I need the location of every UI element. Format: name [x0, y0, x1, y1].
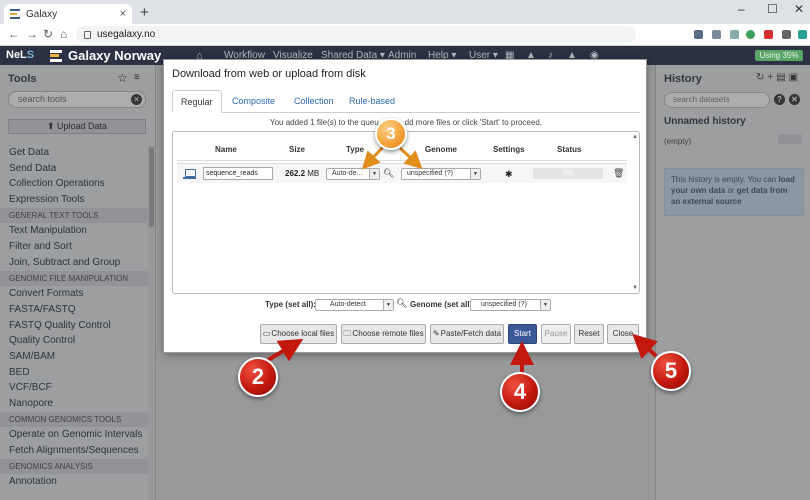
upload-queue: Name Size Type Genome Settings Status se… — [172, 131, 640, 294]
home-icon[interactable]: ⌂ — [60, 27, 67, 41]
step-5-badge: 5 — [651, 351, 691, 391]
chevron-down-icon: ▼ — [383, 300, 393, 310]
chevron-down-icon: ▼ — [540, 300, 550, 310]
tab-title: Galaxy — [26, 8, 58, 20]
type-set-all-label: Type (set all): — [265, 300, 316, 309]
tab-rule-based[interactable]: Rule-based — [341, 90, 403, 113]
extension-icon[interactable] — [694, 30, 703, 39]
nels-logo[interactable]: NeLS — [6, 49, 34, 61]
tab-close-icon[interactable]: × — [120, 8, 126, 20]
pause-button[interactable]: Pause — [541, 324, 571, 344]
reset-button[interactable]: Reset — [574, 324, 604, 344]
genome-select[interactable]: unspecified (?) ▼ — [401, 168, 481, 180]
browser-tab-strip: Galaxy × + – ☐ ✕ — [0, 0, 810, 24]
url-bar[interactable]: usegalaxy.no — [76, 26, 636, 43]
dialog-title: Download from web or upload from disk — [172, 68, 366, 80]
chevron-down-icon: ▼ — [470, 169, 480, 179]
chevron-down-icon: ▼ — [369, 169, 379, 179]
type-set-all-select[interactable]: Auto-detect ▼ — [315, 299, 394, 311]
puzzle-icon[interactable] — [782, 30, 791, 39]
extension-icon[interactable] — [730, 30, 739, 39]
gear-icon[interactable]: ✱ — [505, 169, 513, 180]
usage-meter: Using 35% — [755, 50, 803, 61]
col-name: Name — [215, 145, 237, 154]
pdf-extension-icon[interactable] — [764, 30, 773, 39]
folder-icon: 🗀︎ — [343, 329, 352, 338]
paste-fetch-button[interactable]: ✎Paste/Fetch data — [430, 324, 504, 344]
file-size: 262.2 MB — [285, 169, 320, 178]
search-icon[interactable]: 🔍︎ — [383, 168, 394, 179]
back-icon[interactable]: ← — [8, 27, 20, 41]
new-tab-button[interactable]: + — [140, 4, 149, 21]
genome-set-all-select[interactable]: unspecified (?) ▼ — [470, 299, 551, 311]
extension-icon[interactable] — [712, 30, 721, 39]
trash-icon[interactable]: 🗑︎ — [613, 168, 624, 179]
upload-dialog: Download from web or upload from disk Re… — [163, 59, 647, 353]
file-name-input[interactable]: sequence_reads — [203, 167, 273, 180]
col-type: Type — [346, 145, 365, 154]
edit-icon: ✎ — [432, 329, 440, 338]
search-icon[interactable]: 🔍︎ — [396, 298, 407, 309]
col-genome: Genome — [425, 145, 458, 154]
col-settings: Settings — [493, 145, 525, 154]
lock-icon — [84, 30, 91, 39]
genome-set-all-label: Genome (set all): — [410, 300, 475, 309]
galaxy-logo-icon — [50, 49, 62, 62]
reload-icon[interactable]: ↻ — [43, 27, 53, 41]
tab-collection[interactable]: Collection — [286, 90, 342, 113]
queue-message: You added 1 file(s) to the queu dd more f… — [269, 118, 543, 127]
col-status: Status — [557, 145, 582, 154]
queue-scrollbar[interactable]: ▲ ▼ — [632, 134, 638, 291]
galaxy-brand[interactable]: Galaxy Norway — [50, 48, 161, 63]
browser-tab[interactable]: Galaxy × — [4, 4, 132, 24]
type-select[interactable]: Auto-de... ▼ — [326, 168, 380, 180]
address-toolbar: ← → ↻ ⌂ usegalaxy.no — [0, 24, 810, 46]
upload-progress: 0% — [533, 168, 603, 179]
forward-icon[interactable]: → — [26, 27, 38, 41]
dialog-tabs: Regular Composite Collection Rule-based — [172, 90, 640, 113]
galaxy-favicon-icon — [10, 9, 20, 19]
close-button[interactable]: Close — [607, 324, 639, 344]
step-3-badge: 3 — [375, 118, 407, 150]
choose-remote-files-button[interactable]: 🗀︎Choose remote files — [341, 324, 426, 344]
maximize-icon[interactable]: ☐ — [767, 2, 778, 16]
laptop-icon: ▭ — [262, 329, 271, 338]
local-file-icon — [183, 169, 196, 179]
upload-row: sequence_reads 262.2 MB Auto-de... ▼ 🔍︎ u… — [177, 163, 627, 183]
choose-local-files-button[interactable]: ▭Choose local files — [260, 324, 337, 344]
start-button[interactable]: Start — [508, 324, 537, 344]
minimize-icon[interactable]: – — [738, 2, 745, 16]
step-2-badge: 2 — [238, 357, 278, 397]
extension-icon[interactable] — [746, 30, 755, 39]
tab-regular[interactable]: Regular — [172, 90, 222, 113]
window-close-icon[interactable]: ✕ — [794, 2, 804, 16]
tab-composite[interactable]: Composite — [224, 90, 283, 113]
profile-icon[interactable] — [798, 30, 807, 39]
step-4-badge: 4 — [500, 372, 540, 412]
url-text: usegalaxy.no — [97, 29, 156, 40]
col-size: Size — [289, 145, 306, 154]
